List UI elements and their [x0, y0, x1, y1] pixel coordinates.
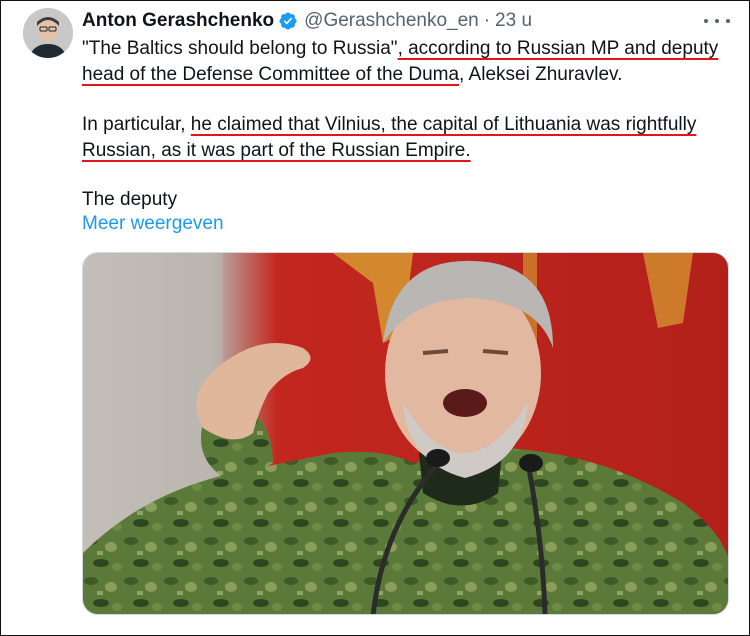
- plain-text: The deputy: [82, 189, 178, 210]
- underlined-text: Russian, as it was part of the Russian E…: [82, 140, 471, 161]
- tweet-line-4: Russian, as it was part of the Russian E…: [82, 138, 471, 164]
- quote-text: "The Baltics should belong to Russia": [82, 38, 398, 59]
- plain-text: , Aleksei Zhuravlev.: [459, 64, 623, 85]
- tweet-media-image[interactable]: [82, 252, 729, 615]
- tweet-line-2: head of the Defense Committee of the Dum…: [82, 62, 622, 88]
- tweet[interactable]: Anton Gerashchenko @Gerashchenko_en · 23…: [1, 1, 749, 635]
- tweet-line-3: In particular, he claimed that Vilnius, …: [82, 112, 696, 138]
- separator-dot: ·: [483, 10, 491, 31]
- avatar-image: [23, 8, 73, 58]
- tweet-line-1: "The Baltics should belong to Russia", a…: [82, 36, 718, 62]
- author-handle[interactable]: @Gerashchenko_en: [304, 10, 479, 32]
- photo-speaker-at-microphones: [83, 253, 728, 614]
- show-more-link[interactable]: Meer weergeven: [82, 211, 224, 237]
- underlined-text: , according to Russian MP and deputy: [397, 38, 719, 59]
- more-options-icon[interactable]: [704, 12, 730, 30]
- underlined-text: head of the Defense Committee of the Dum…: [82, 64, 460, 85]
- tweet-line-5: The deputy: [82, 187, 177, 213]
- underlined-text: he claimed that Vilnius, the capital of …: [190, 114, 697, 135]
- plain-text: In particular,: [82, 114, 191, 135]
- author-name[interactable]: Anton Gerashchenko: [82, 10, 274, 32]
- avatar[interactable]: [23, 8, 73, 58]
- verified-badge-icon: [279, 12, 297, 30]
- tweet-header: Anton Gerashchenko @Gerashchenko_en · 23…: [82, 8, 532, 34]
- tweet-timestamp[interactable]: 23 u: [495, 10, 532, 32]
